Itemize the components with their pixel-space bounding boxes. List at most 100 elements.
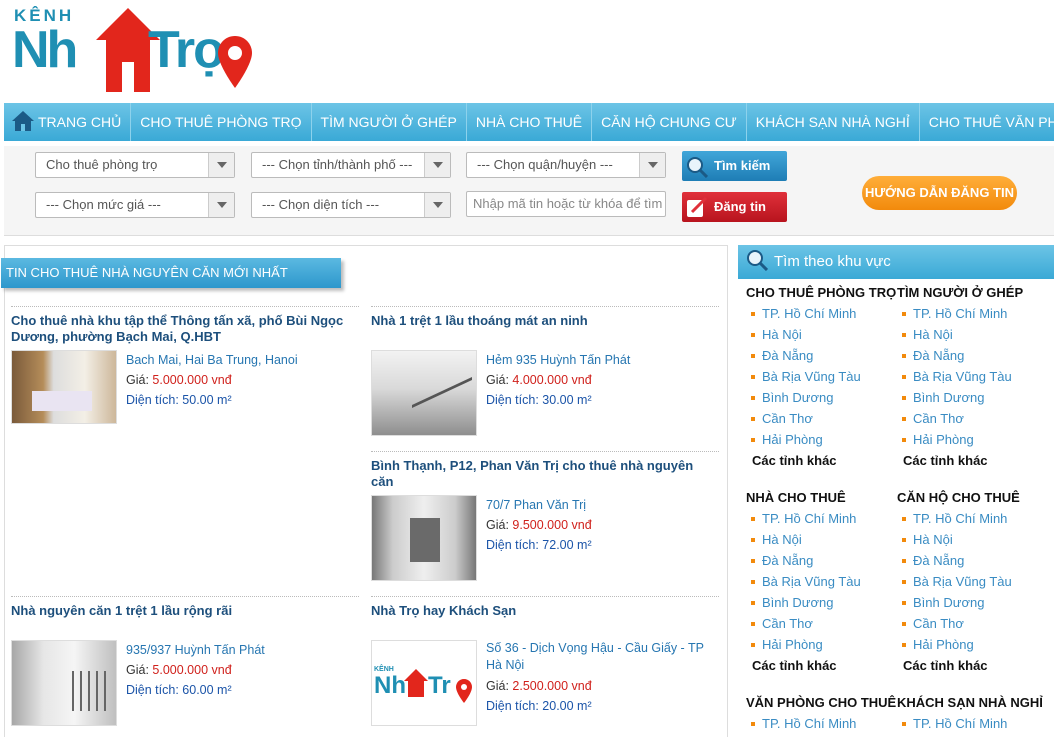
map-pin-icon [218,36,252,88]
region-link[interactable]: Bà Rịa Vũng Tàu [897,574,1052,595]
region-link[interactable]: TP. Hồ Chí Minh [897,306,1052,327]
listing-address[interactable]: Số 36 - Dịch Vọng Hậu - Cầu Giấy - TP Hà… [486,640,716,674]
region-link[interactable]: Hà Nội [746,327,901,348]
region-link[interactable]: TP. Hồ Chí Minh [746,511,901,532]
region-link[interactable]: Bình Dương [897,595,1052,616]
region-link[interactable]: Bình Dương [746,595,901,616]
price-select[interactable]: --- Chọn mức giá --- [35,192,235,218]
area-select[interactable]: --- Chọn diện tích --- [251,192,451,218]
region-link[interactable]: TP. Hồ Chí Minh [746,306,901,327]
guide-button[interactable]: HƯỚNG DẪN ĐĂNG TIN [862,176,1017,210]
listing-info: Hẻm 935 Huỳnh Tấn Phát Giá: 4.000.000 vn… [486,350,630,410]
listing-info: Bach Mai, Hai Ba Trung, Hanoi Giá: 5.000… [126,350,298,410]
nav-van-phong[interactable]: CHO THUÊ VĂN PHÒNG [920,103,1054,141]
district-select[interactable]: --- Chọn quận/huyện --- [466,152,666,178]
other-provinces-link[interactable]: Các tỉnh khác [746,658,901,679]
nav-home[interactable]: TRANG CHỦ [4,103,132,141]
search-button[interactable]: Tìm kiếm [682,151,787,181]
region-link[interactable]: Hà Nội [897,327,1052,348]
price-select-value: --- Chọn mức giá --- [46,197,161,212]
region-link[interactable]: Bà Rịa Vũng Tàu [746,574,901,595]
region-link[interactable]: Đà Nẵng [746,348,901,369]
listing-item: Nhà Trọ hay Khách Sạn KÊNH Nh Tr Số 36 -… [371,596,719,736]
nav-can-ho[interactable]: CĂN HỘ CHUNG CƯ [592,103,747,141]
type-select-value: Cho thuê phòng trọ [46,157,158,172]
svg-text:Tr: Tr [428,672,451,699]
listing-photo[interactable] [371,495,477,581]
listing-address[interactable]: Hẻm 935 Huỳnh Tấn Phát [486,350,630,370]
region-link[interactable]: Bình Dương [897,390,1052,411]
chevron-down-icon [208,153,234,177]
nav-phong-tro[interactable]: CHO THUÊ PHÒNG TRỌ [131,103,312,141]
region-group-title[interactable]: KHÁCH SẠN NHÀ NGHỈ [897,695,1052,716]
region-link[interactable]: Hải Phòng [746,432,901,453]
svg-text:Nh: Nh [374,672,406,699]
listing-price: Giá: 9.500.000 vnđ [486,518,592,532]
listing-address[interactable]: 935/937 Huỳnh Tấn Phát [126,640,265,660]
region-link[interactable]: Bà Rịa Vũng Tàu [897,369,1052,390]
listing-address[interactable]: 70/7 Phan Văn Trị [486,495,592,515]
region-link[interactable]: Hải Phòng [897,432,1052,453]
region-link[interactable]: Đà Nẵng [746,553,901,574]
nav-o-ghep[interactable]: TÌM NGƯỜI Ở GHÉP [312,103,467,141]
search-panel: Cho thuê phòng trọ --- Chọn tỉnh/thành p… [4,146,1054,236]
listing-price: Giá: 5.000.000 vnđ [126,663,232,677]
sidebar-title-label: Tìm theo khu vực [774,253,891,270]
other-provinces-link[interactable]: Các tỉnh khác [897,453,1052,474]
region-link[interactable]: Cần Thơ [897,616,1052,637]
site-logo[interactable]: KÊNH Nh Trọ [12,6,257,96]
home-icon [12,111,34,132]
region-group-title[interactable]: NHÀ CHO THUÊ [746,490,901,511]
listing-title[interactable]: Cho thuê nhà khu tập thể Thông tấn xã, p… [11,306,359,345]
listing-info: 935/937 Huỳnh Tấn Phát Giá: 5.000.000 vn… [126,640,265,700]
nav-khach-san[interactable]: KHÁCH SẠN NHÀ NGHỈ [747,103,920,141]
province-select[interactable]: --- Chọn tỉnh/thành phố --- [251,152,451,178]
region-group-title[interactable]: CĂN HỘ CHO THUÊ [897,490,1052,511]
section-title: TIN CHO THUÊ NHÀ NGUYÊN CĂN MỚI NHẤT [1,258,341,288]
listing-area: Diện tích: 60.00 m² [126,683,232,697]
listing-item: Cho thuê nhà khu tập thể Thông tấn xã, p… [11,306,359,446]
chevron-down-icon [424,193,450,217]
latest-listings: TIN CHO THUÊ NHÀ NGUYÊN CĂN MỚI NHẤT Cho… [1,245,728,737]
region-group: TÌM NGƯỜI Ở GHÉP TP. Hồ Chí Minh Hà Nội … [897,285,1052,474]
region-link[interactable]: TP. Hồ Chí Minh [746,716,901,737]
region-link[interactable]: Hải Phòng [897,637,1052,658]
area-sidebar: Tìm theo khu vực CHO THUÊ PHÒNG TRỌ TP. … [738,245,1054,737]
region-link[interactable]: Cần Thơ [746,411,901,432]
listing-item: Nhà nguyên căn 1 trệt 1 lầu rộng rãi 935… [11,596,359,736]
keyword-input[interactable]: Nhập mã tin hoặc từ khóa để tìm [466,191,666,217]
region-group-title[interactable]: TÌM NGƯỜI Ở GHÉP [897,285,1052,306]
type-select[interactable]: Cho thuê phòng trọ [35,152,235,178]
region-link[interactable]: TP. Hồ Chí Minh [897,511,1052,532]
listing-title[interactable]: Nhà Trọ hay Khách Sạn [371,596,719,619]
region-link[interactable]: Bà Rịa Vũng Tàu [746,369,901,390]
region-link[interactable]: Đà Nẵng [897,348,1052,369]
nav-home-label: TRANG CHỦ [38,114,122,130]
listing-area: Diện tích: 30.00 m² [486,393,592,407]
listing-photo[interactable] [11,350,117,424]
region-link[interactable]: Hải Phòng [746,637,901,658]
region-link[interactable]: Hà Nội [897,532,1052,553]
region-link[interactable]: Bình Dương [746,390,901,411]
other-provinces-link[interactable]: Các tỉnh khác [746,453,901,474]
region-link[interactable]: TP. Hồ Chí Minh [897,716,1052,737]
listing-photo[interactable]: KÊNH Nh Tr [371,640,477,726]
listing-address[interactable]: Bach Mai, Hai Ba Trung, Hanoi [126,350,298,370]
region-link[interactable]: Hà Nội [746,532,901,553]
region-link[interactable]: Đà Nẵng [897,553,1052,574]
listing-photo[interactable] [371,350,477,436]
region-group-title[interactable]: CHO THUÊ PHÒNG TRỌ [746,285,901,306]
region-group: NHÀ CHO THUÊ TP. Hồ Chí Minh Hà Nội Đà N… [746,490,901,679]
listing-item: Nhà 1 trệt 1 lầu thoáng mát an ninh Hẻm … [371,306,719,446]
listing-title[interactable]: Bình Thạnh, P12, Phan Văn Trị cho thuê n… [371,451,719,490]
region-link[interactable]: Cần Thơ [897,411,1052,432]
listing-title[interactable]: Nhà nguyên căn 1 trệt 1 lầu rộng rãi [11,596,359,619]
listing-title[interactable]: Nhà 1 trệt 1 lầu thoáng mát an ninh [371,306,719,329]
nav-nha-cho-thue[interactable]: NHÀ CHO THUÊ [467,103,593,141]
post-button[interactable]: Đăng tin [682,192,787,222]
listing-photo[interactable] [11,640,117,726]
region-link[interactable]: Cần Thơ [746,616,901,637]
region-group-title[interactable]: VĂN PHÒNG CHO THUÊ [746,695,901,716]
listing-area: Diện tích: 72.00 m² [486,538,592,552]
other-provinces-link[interactable]: Các tỉnh khác [897,658,1052,679]
